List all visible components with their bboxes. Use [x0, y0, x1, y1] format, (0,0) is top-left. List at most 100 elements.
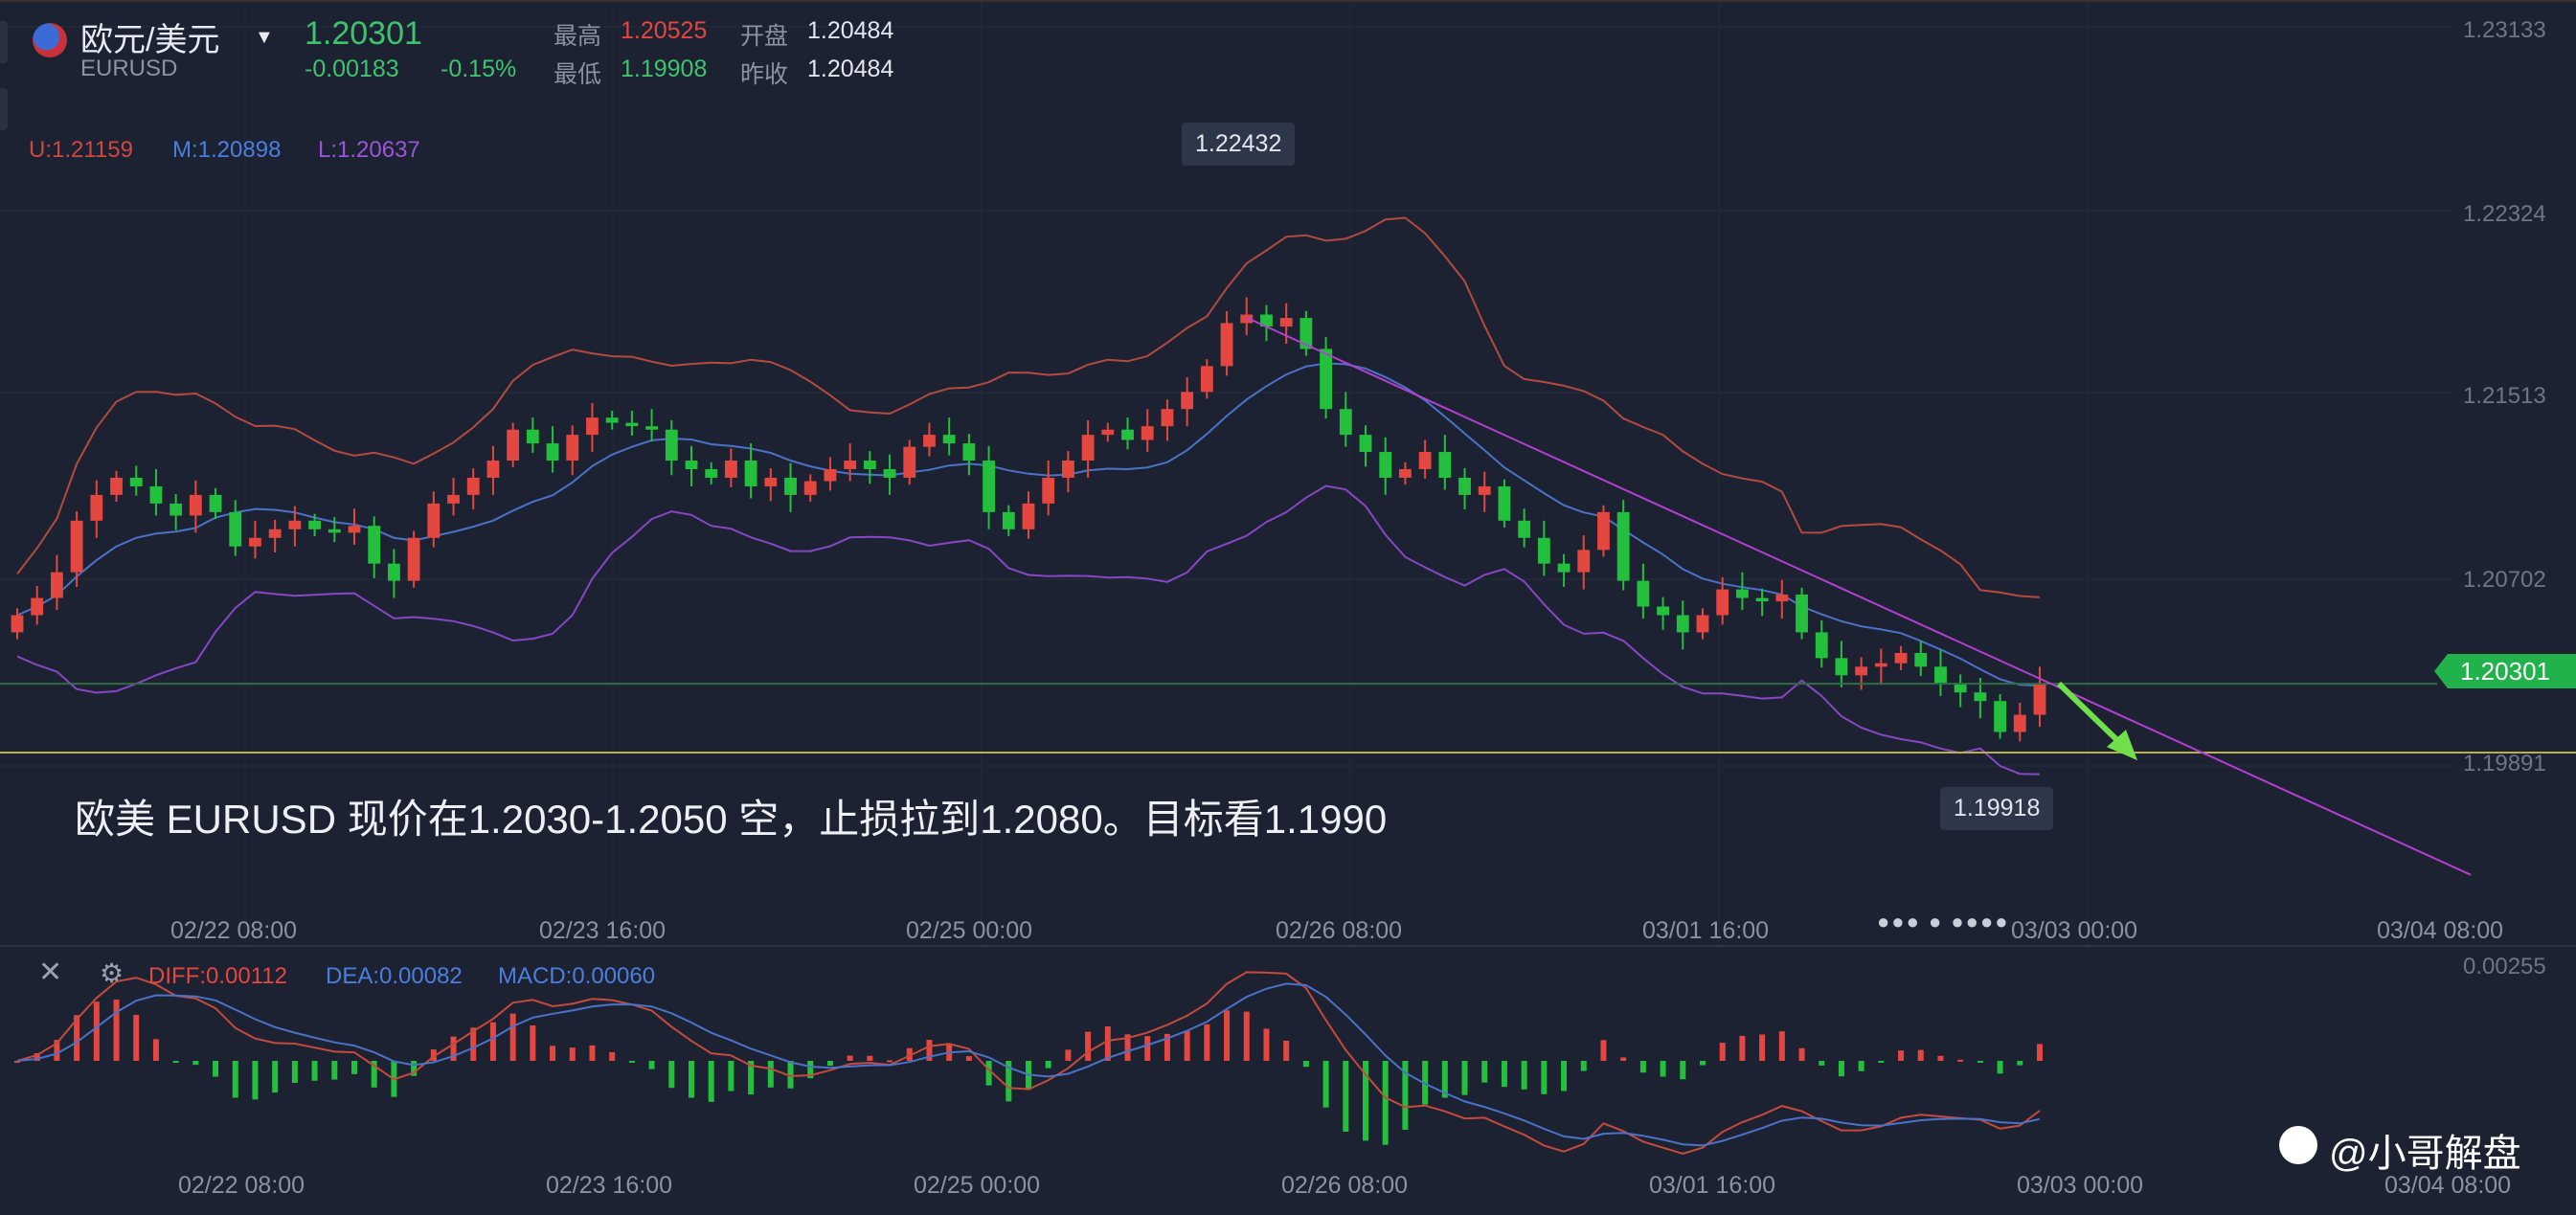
candle-up: [268, 529, 282, 538]
macd-bar-down: [1322, 1061, 1329, 1108]
high-tooltip: 1.22432: [1182, 123, 1296, 166]
current-price-tag: 1.20301: [2434, 654, 2576, 688]
low-value: 1.19908: [621, 56, 708, 82]
macd-bar-down: [1302, 1061, 1309, 1068]
macd-bar-up: [1739, 1035, 1746, 1061]
candle-down: [1755, 597, 1769, 602]
x-tick: 02/26 08:00: [1276, 917, 1403, 944]
macd-bar-down: [689, 1061, 694, 1098]
y-tick: 1.23133: [2463, 17, 2546, 43]
candle-down: [328, 529, 341, 533]
candle-up: [288, 520, 302, 529]
macd-bar-up: [609, 1051, 616, 1061]
candle-up: [90, 494, 103, 521]
candle-up: [50, 572, 63, 598]
toutiao-logo-icon: [2279, 1126, 2317, 1164]
candle-down: [1657, 606, 1670, 616]
arrow-shaft: [2056, 681, 2121, 744]
candle-up: [2033, 684, 2046, 715]
scroll-dots-indicator[interactable]: ●●● ● ●●●●: [1877, 910, 2010, 934]
macd-bar-up: [965, 1056, 972, 1061]
macd-bar-down: [1343, 1061, 1349, 1133]
candle-down: [546, 443, 559, 461]
macd-bar-up: [1798, 1047, 1805, 1061]
macd-bar-up: [133, 1014, 140, 1061]
x-tick: 02/23 16:00: [539, 917, 667, 944]
symbol-code: EURUSD: [80, 56, 178, 81]
x-tick: 02/22 08:00: [170, 917, 298, 944]
watermark: @小哥解盘: [2329, 1133, 2521, 1175]
candlesticks: [11, 297, 2046, 742]
candle-up: [1894, 652, 1908, 664]
candle-up: [189, 494, 202, 516]
candle-down: [1320, 349, 1333, 410]
candle-up: [1855, 666, 1868, 676]
candle-up: [923, 435, 936, 447]
open-label: 开盘: [740, 23, 789, 50]
candle-down: [308, 520, 322, 529]
macd-bar-up: [509, 1013, 516, 1061]
price-chart[interactable]: [0, 0, 2576, 1215]
candle-down: [625, 422, 639, 427]
macd-bar-down: [1561, 1061, 1568, 1091]
x-tick: 02/25 00:00: [906, 917, 1033, 944]
macd-bar-down: [252, 1061, 259, 1100]
macd-bar-up: [589, 1045, 596, 1061]
candle-up: [724, 461, 737, 478]
y-tick: 1.19891: [2463, 751, 2546, 776]
close-icon[interactable]: ✕: [38, 956, 62, 989]
price-change-pct: -0.15%: [441, 56, 517, 82]
candle-up: [1418, 452, 1432, 469]
candle-down: [1735, 589, 1749, 598]
macd-x-tick: 02/22 08:00: [178, 1172, 305, 1199]
macd-panel: [14, 971, 2043, 1155]
macd-bar-down: [232, 1061, 238, 1098]
macd-bar-up: [1957, 1059, 1964, 1062]
candle-down: [883, 469, 896, 478]
macd-bar-down: [767, 1061, 774, 1088]
macd-bar-down: [1680, 1061, 1686, 1080]
macd-bar-down: [172, 1061, 179, 1063]
price-change: -0.00183: [305, 56, 399, 82]
settings-icon[interactable]: ⚙: [100, 957, 124, 989]
candle-down: [962, 443, 976, 461]
candle-up: [844, 461, 857, 469]
macd-bar-up: [1620, 1057, 1627, 1061]
chevron-down-icon[interactable]: ▼: [255, 27, 274, 49]
macd-bar-up: [1263, 1028, 1270, 1061]
candle-down: [983, 461, 996, 512]
macd-bar-up: [530, 1024, 536, 1061]
x-tick: 03/04 08:00: [2377, 917, 2504, 944]
macd-dea: DEA:0.00082: [326, 963, 463, 989]
macd-bar-down: [311, 1061, 318, 1081]
macd-bar-up: [1600, 1040, 1607, 1061]
candle-up: [1220, 323, 1233, 367]
symbol-name[interactable]: 欧元/美元: [80, 13, 219, 60]
candle-up: [407, 537, 420, 581]
candle-up: [110, 477, 123, 495]
macd-bar-down: [1481, 1061, 1488, 1083]
macd-bar-up: [1759, 1034, 1766, 1061]
candle-up: [31, 597, 44, 616]
macd-bar-down: [213, 1061, 219, 1077]
macd-x-tick: 03/01 16:00: [1649, 1172, 1776, 1199]
candle-down: [1994, 701, 2007, 732]
candle-up: [1042, 477, 1055, 504]
candle-down: [1498, 485, 1511, 521]
candle-up: [1398, 469, 1412, 478]
last-price: 1.20301: [305, 15, 422, 52]
macd-x-tick: 03/03 00:00: [2017, 1172, 2144, 1199]
low-label: 最低: [554, 61, 602, 88]
boll-lower: L:1.20637: [318, 137, 420, 163]
macd-bar-up: [1719, 1043, 1726, 1061]
candle-down: [1002, 511, 1015, 529]
candle-up: [1696, 615, 1709, 633]
macd-bar-down: [331, 1061, 338, 1080]
macd-bar-up: [1204, 1024, 1210, 1061]
trading-chart-screen: 欧元/美元 ▼ EURUSD 1.20301 -0.00183 -0.15% 最…: [0, 0, 2576, 1215]
candle-down: [1537, 537, 1550, 564]
candle-up: [1597, 511, 1610, 551]
candle-down: [368, 526, 381, 564]
candle-up: [1279, 318, 1293, 327]
candle-down: [1954, 684, 1967, 693]
